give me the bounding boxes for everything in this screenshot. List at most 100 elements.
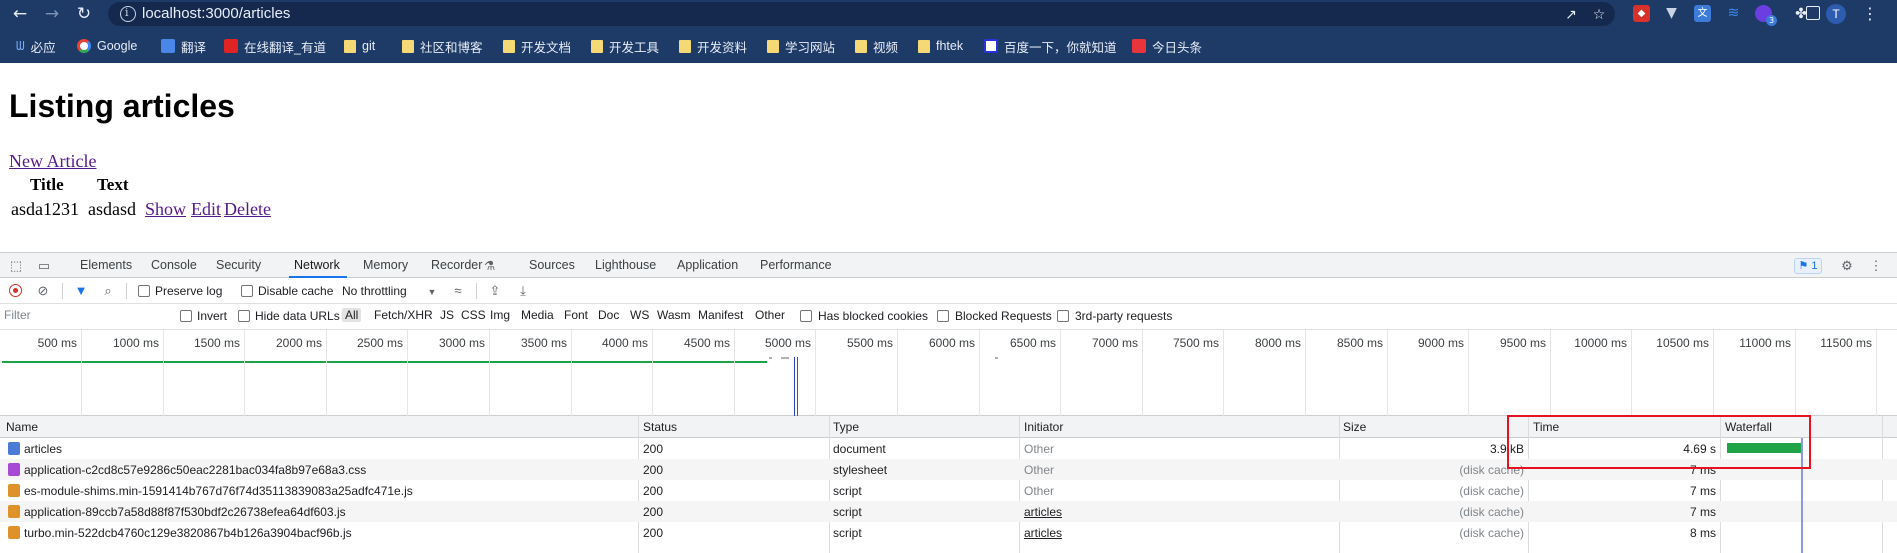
invert-checkbox[interactable]	[180, 310, 192, 322]
bookmark-youdao[interactable]: 在线翻译_有道	[224, 36, 326, 56]
type-filter-js[interactable]: JS	[437, 308, 457, 322]
edit-link[interactable]: Edit	[191, 199, 221, 220]
bookmark-folder-dev-docs[interactable]: 开发文档	[503, 36, 571, 56]
tab-console[interactable]: Console	[151, 258, 197, 272]
bookmark-translate[interactable]: 翻译	[161, 36, 206, 56]
clear-icon[interactable]: ⊘	[36, 284, 50, 298]
youdao-icon	[224, 39, 238, 53]
tab-sources[interactable]: Sources	[529, 258, 575, 272]
bookmark-folder-learning[interactable]: 学习网站	[767, 36, 835, 56]
delete-link[interactable]: Delete	[224, 199, 271, 220]
column-initiator[interactable]: Initiator	[1024, 420, 1063, 434]
type-filter-doc[interactable]: Doc	[595, 308, 622, 322]
issues-icon: ⚑	[1798, 260, 1809, 272]
preserve-log-checkbox[interactable]	[138, 285, 150, 297]
tab-application[interactable]: Application	[677, 258, 738, 272]
search-icon[interactable]: ⌕	[101, 284, 115, 298]
reload-icon[interactable]: ↻	[74, 4, 94, 24]
request-name[interactable]: application-c2cd8c57e9286c50eac2281bac03…	[24, 463, 366, 477]
type-filter-media[interactable]: Media	[518, 308, 557, 322]
issues-badge[interactable]: ⚑ 1	[1794, 258, 1822, 274]
record-icon[interactable]	[9, 284, 22, 297]
request-name[interactable]: articles	[24, 442, 62, 456]
export-har-icon[interactable]: ⤓	[516, 284, 530, 298]
timeline-tick-line	[815, 330, 816, 416]
filter-input[interactable]: Filter	[4, 308, 164, 324]
blocked-cookies-checkbox[interactable]	[800, 310, 812, 322]
bookmark-folder-community[interactable]: 社区和博客	[402, 36, 483, 56]
type-filter-fetch-xhr[interactable]: Fetch/XHR	[371, 308, 436, 322]
type-filter-all[interactable]: All	[342, 308, 362, 322]
vue-devtools-icon[interactable]: ▼	[1663, 5, 1680, 22]
column-size[interactable]: Size	[1343, 420, 1366, 434]
translate-extension-icon[interactable]: 文	[1694, 5, 1711, 22]
bookmark-baidu[interactable]: 百度一下，你就知道	[984, 36, 1117, 56]
show-link[interactable]: Show	[145, 199, 186, 220]
third-party-checkbox[interactable]	[1057, 310, 1069, 322]
tab-recorder[interactable]: Recorder	[431, 258, 482, 272]
tab-network[interactable]: Network	[294, 258, 340, 272]
bookmark-bing[interactable]: ᗯ 必应	[16, 36, 56, 56]
column-name[interactable]: Name	[6, 420, 38, 434]
request-row[interactable]: turbo.min-522dcb4760c129e3820867b4b126a3…	[0, 522, 1897, 543]
address-bar[interactable]: localhost:3000/articles ↗ ☆	[108, 2, 1615, 26]
bookmark-folder-dev-tools[interactable]: 开发工具	[591, 36, 659, 56]
type-filter-wasm[interactable]: Wasm	[654, 308, 694, 322]
bookmark-google[interactable]: Google	[77, 36, 137, 56]
new-article-link[interactable]: New Article	[9, 151, 96, 172]
extension-red-icon[interactable]: ◆	[1633, 5, 1650, 22]
request-initiator[interactable]: articles	[1024, 526, 1062, 540]
import-har-icon[interactable]: ⇪	[488, 284, 502, 298]
throttling-select[interactable]: No throttling	[342, 284, 407, 298]
browser-menu-icon[interactable]: ⋮	[1862, 4, 1878, 24]
forward-arrow-icon[interactable]: →	[42, 4, 62, 24]
dom-content-loaded-line	[794, 357, 795, 416]
device-toolbar-icon[interactable]: ▭	[37, 259, 51, 273]
type-filter-ws[interactable]: WS	[627, 308, 652, 322]
request-name[interactable]: application-89ccb7a58d88f87f530bdf2c2673…	[24, 505, 346, 519]
bookmark-toutiao[interactable]: 今日头条	[1132, 36, 1202, 56]
column-status[interactable]: Status	[643, 420, 677, 434]
url-text[interactable]: localhost:3000/articles	[142, 5, 290, 22]
type-filter-img[interactable]: Img	[487, 308, 513, 322]
network-conditions-icon[interactable]: ≈	[451, 284, 465, 298]
disable-cache-checkbox[interactable]	[241, 285, 253, 297]
bookmark-folder-fhtek[interactable]: fhtek	[918, 36, 963, 56]
column-type[interactable]: Type	[833, 420, 859, 434]
site-info-icon[interactable]	[120, 6, 136, 22]
inspect-element-icon[interactable]: ⬚	[9, 259, 23, 273]
side-panel-icon[interactable]	[1806, 6, 1820, 20]
timeline-tick-label: 11000 ms	[1739, 336, 1791, 350]
tab-performance[interactable]: Performance	[760, 258, 832, 272]
bookmark-star-icon[interactable]: ☆	[1591, 7, 1607, 23]
network-overview-timeline[interactable]: 500 ms 1000 ms 1500 ms 2000 ms 2500 ms 3000 m…	[0, 330, 1897, 416]
hide-data-urls-checkbox[interactable]	[238, 310, 250, 322]
blocked-requests-checkbox[interactable]	[937, 310, 949, 322]
filter-funnel-icon[interactable]: ▼	[74, 284, 88, 298]
bookmark-folder-dev-resources[interactable]: 开发资料	[679, 36, 747, 56]
timeline-tick-line	[571, 330, 572, 416]
type-filter-other[interactable]: Other	[752, 308, 788, 322]
request-name[interactable]: turbo.min-522dcb4760c129e3820867b4b126a3…	[24, 526, 352, 540]
tab-memory[interactable]: Memory	[363, 258, 408, 272]
request-row[interactable]: es-module-shims.min-1591414b767d76f74d35…	[0, 480, 1897, 501]
blocked-cookies-label: Has blocked cookies	[818, 309, 929, 323]
devtools-menu-icon[interactable]: ⋮	[1869, 259, 1883, 273]
tab-elements[interactable]: Elements	[80, 258, 132, 272]
request-row[interactable]: application-89ccb7a58d88f87f530bdf2c2673…	[0, 501, 1897, 522]
request-initiator[interactable]: articles	[1024, 505, 1062, 519]
type-filter-manifest[interactable]: Manifest	[695, 308, 746, 322]
profile-avatar[interactable]: T	[1826, 4, 1846, 24]
tab-security[interactable]: Security	[216, 258, 261, 272]
type-filter-font[interactable]: Font	[561, 308, 591, 322]
tab-lighthouse[interactable]: Lighthouse	[595, 258, 656, 272]
extension-blue-icon[interactable]: ≋	[1725, 5, 1742, 22]
share-icon[interactable]: ↗	[1563, 7, 1579, 23]
bookmark-folder-video[interactable]: 视频	[855, 36, 898, 56]
settings-gear-icon[interactable]: ⚙	[1840, 259, 1854, 273]
filter-bar: Filter Invert Hide data URLs All Fetch/X…	[0, 304, 1897, 330]
request-name[interactable]: es-module-shims.min-1591414b767d76f74d35…	[24, 484, 413, 498]
type-filter-css[interactable]: CSS	[458, 308, 489, 322]
back-arrow-icon[interactable]: ←	[10, 4, 30, 24]
bookmark-folder-git[interactable]: git	[344, 36, 375, 56]
